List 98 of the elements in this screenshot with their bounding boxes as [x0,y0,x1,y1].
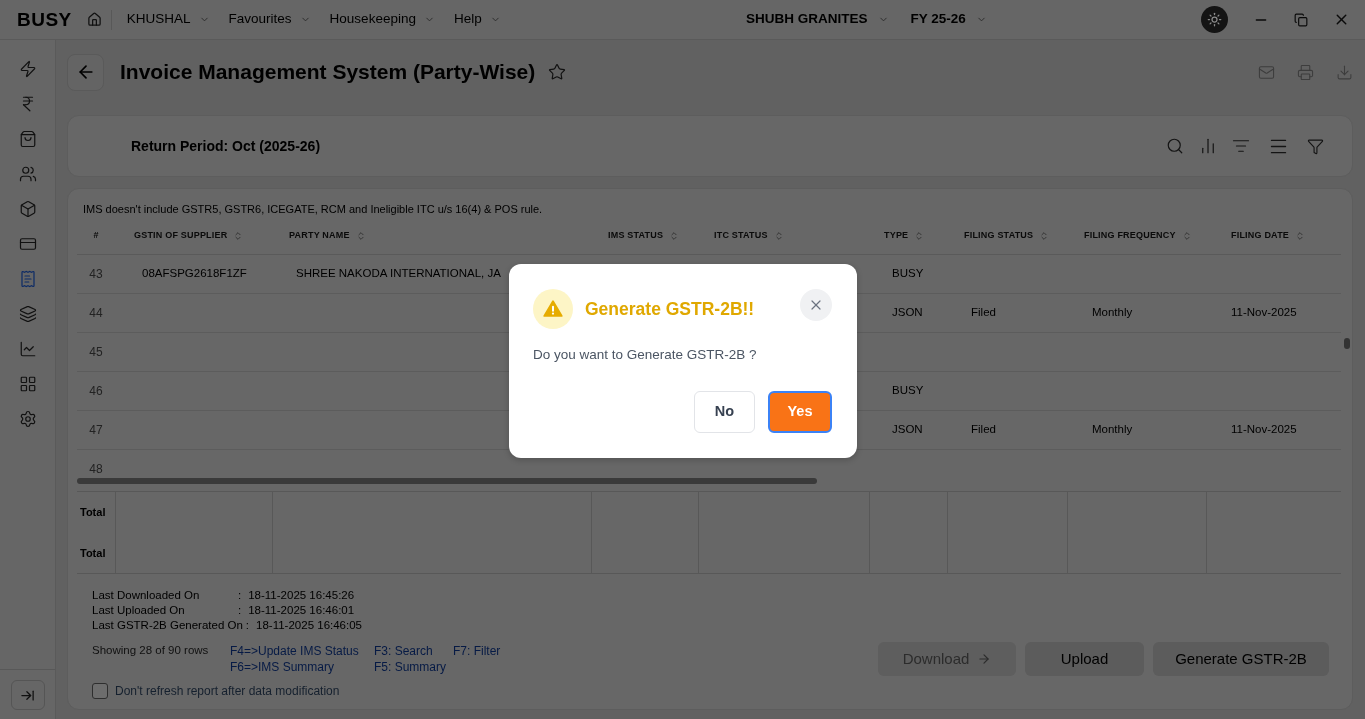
info-separator: : [238,587,242,603]
row-number: 46 [89,383,103,400]
fiscal-year-selector[interactable]: FY 25-26 [910,9,987,30]
table-cell-text: Filed [971,305,996,321]
theme-button[interactable] [1201,6,1228,33]
confirm-button[interactable]: Yes [768,391,832,433]
collapse-button[interactable] [10,680,45,710]
star-icon[interactable] [548,63,567,81]
table-cell-text: Monthly [1092,422,1133,438]
row-number: 44 [89,305,103,322]
info-separator: : [245,617,250,633]
company-selector[interactable]: SHUBH GRANITES [746,9,889,30]
info-label: Last Downloaded On [92,587,201,603]
mail-icon[interactable] [1258,63,1275,81]
sort-icon[interactable] [1181,230,1192,241]
table-cell-text: 08AFSPG2618F1ZF [142,266,247,282]
bag-icon[interactable] [18,130,37,148]
horizontal-scrollbar-thumb[interactable] [77,478,817,484]
download-icon[interactable] [1336,63,1353,81]
search-icon[interactable] [1166,137,1184,155]
table-cell-text: Monthly [1092,305,1133,321]
table-cell-text: JSON [892,305,923,321]
info-label: Last GSTR-2B Generated On [92,617,243,633]
checkbox-label: Don't refresh report after data modification [115,683,340,700]
total-label: Total [79,505,106,520]
checkbox[interactable] [92,683,108,699]
grid-icon[interactable] [18,375,37,393]
users-icon[interactable] [18,165,37,183]
table-cell-text: 11-Nov-2025 [1231,422,1297,438]
table-cell-text: SHREE NAKODA INTERNATIONAL, JA [296,266,501,282]
warning-icon [533,289,573,329]
sun-icon[interactable] [1207,12,1222,27]
return-period-label: Return Period: Oct (2025-26) [131,136,321,156]
cube-icon[interactable] [18,200,37,218]
settings-icon[interactable] [18,410,37,428]
shortcut-link[interactable]: F5: Summary [374,659,453,675]
table-cell-text: 11-Nov-2025 [1231,305,1297,321]
printer-icon[interactable] [1297,63,1314,81]
info-value: 18-11-2025 16:45:26 [248,587,355,603]
close-button[interactable] [800,289,832,321]
cancel-button[interactable]: No [694,391,755,433]
row-number: 48 [89,461,103,477]
total-label: Total [79,545,106,561]
sort-lines-icon[interactable] [1232,137,1250,155]
info-value: 18-11-2025 16:46:05 [256,617,362,633]
table-cell-text: Filed [971,422,996,438]
shortcut-link[interactable]: F3: Search [374,643,453,659]
sort-icon[interactable] [233,230,244,241]
sort-icon[interactable] [1039,230,1050,241]
sort-icon[interactable] [773,230,784,241]
app-logo: BUSY [17,10,72,29]
sort-icon[interactable] [355,230,366,241]
column-header: FILING DATE [1231,228,1290,242]
column-header: FILING STATUS [964,228,1034,242]
dialog-title: Generate GSTR-2B!! [585,297,755,321]
filter-icon[interactable] [1307,137,1324,155]
column-header: FILING FREQUENCY [1084,228,1176,242]
layers-icon[interactable] [18,305,37,323]
home-icon[interactable] [86,12,102,27]
column-header: # [93,228,99,242]
column-header: PARTY NAME [289,228,350,242]
info-label: Last Uploaded On [92,602,186,618]
row-number: 43 [89,266,103,283]
shortcut-link[interactable]: F7: Filter [453,643,543,659]
row-number: 47 [89,422,103,439]
sort-icon[interactable] [669,230,680,241]
dialog-message: Do you want to Generate GSTR-2B ? [533,346,758,364]
card-icon[interactable] [18,235,37,253]
receipt-icon[interactable] [18,270,37,288]
shortcut-link[interactable]: F4=>Update IMS Status [230,643,374,659]
menu-item[interactable]: Favourites [228,9,311,30]
menu-item[interactable]: Housekeeping [329,9,435,30]
action-button[interactable]: Upload [1025,642,1144,676]
table-cell-text: BUSY [892,266,924,282]
shortcut-link[interactable]: F6=>IMS Summary [230,659,374,675]
action-button[interactable]: Generate GSTR-2B [1153,642,1329,676]
lightning-icon[interactable] [18,60,37,78]
row-number: 45 [89,344,103,361]
table-cell-text: BUSY [892,383,924,399]
column-header: TYPE [884,228,909,242]
info-separator: : [238,602,242,618]
table-note: IMS doesn't include GSTR5, GSTR6, ICEGATE, RCM and Ineligible ITC u/s 16(4) & POS rule. [83,203,543,215]
column-header: IMS STATUS [608,228,664,242]
menu-item[interactable]: Help [453,9,501,30]
page-title: Invoice Management System (Party-Wise) [120,59,536,86]
column-header: ITC STATUS [714,228,768,242]
vertical-scrollbar-thumb[interactable] [1343,338,1350,349]
row-count: Showing 28 of 90 rows [92,643,210,658]
line-chart-icon[interactable] [18,340,37,358]
bar-chart-icon[interactable] [1199,137,1217,155]
restore-icon[interactable] [1294,12,1308,27]
sort-icon[interactable] [1295,230,1306,241]
sort-icon[interactable] [914,230,925,241]
menu-item[interactable]: KHUSHAL [126,9,210,30]
back-button[interactable] [67,53,104,91]
table-cell-text: JSON [892,422,923,438]
column-header: GSTIN OF SUPPLIER [134,228,228,242]
info-value: 18-11-2025 16:46:01 [248,602,355,618]
